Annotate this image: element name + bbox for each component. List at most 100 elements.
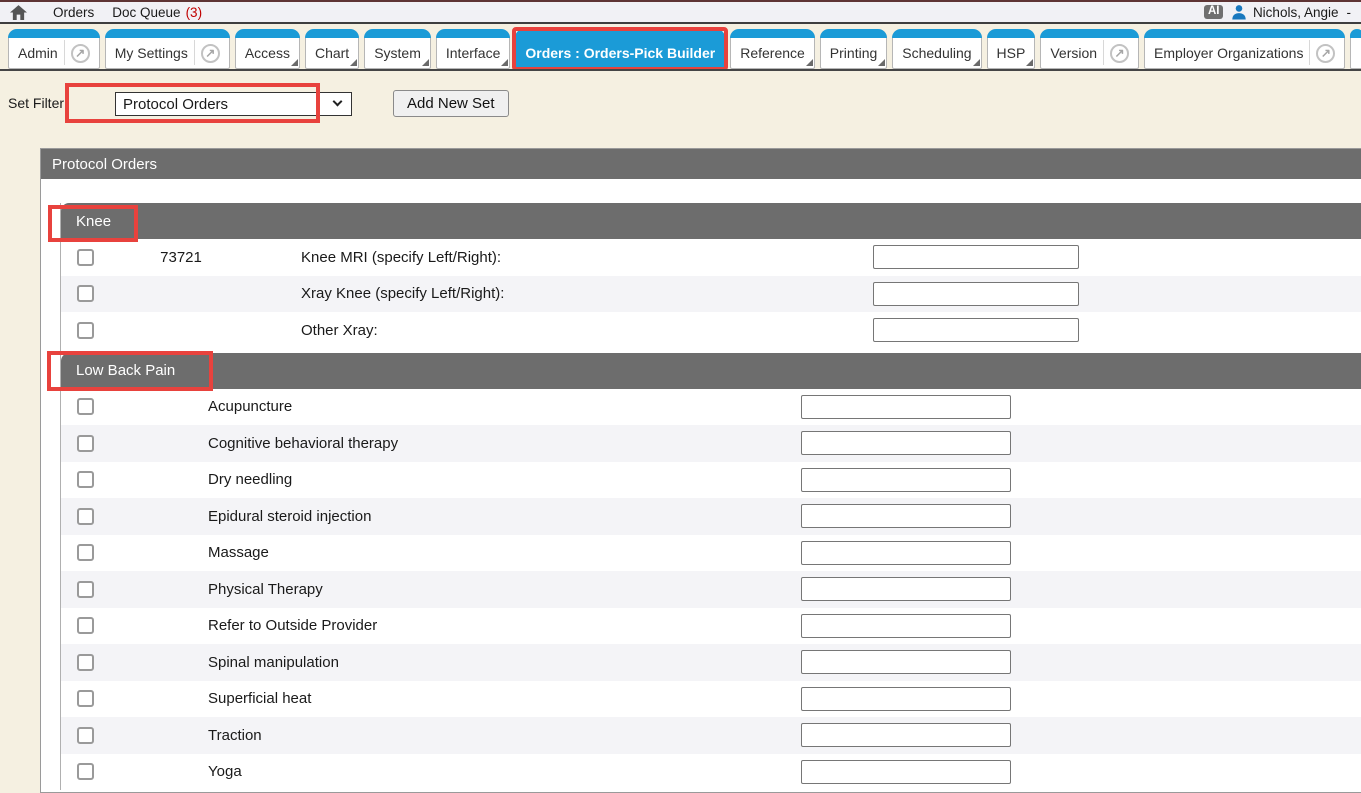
tab-version[interactable]: Version ↗ <box>1040 29 1139 69</box>
tab-label: Interface <box>446 45 500 61</box>
order-label: Traction <box>121 727 262 744</box>
tab-system[interactable]: System <box>364 29 431 69</box>
add-new-set-button[interactable]: Add New Set <box>393 90 509 117</box>
tab-label: Printing <box>830 45 877 61</box>
tab-label: Admin <box>18 45 58 61</box>
order-row: Traction <box>61 717 1361 754</box>
user-menu-dash: - <box>1347 5 1352 20</box>
set-filter-label: Set Filter: <box>8 95 68 111</box>
order-row: Xray Knee (specify Left/Right): <box>61 276 1361 313</box>
order-checkbox[interactable] <box>77 654 94 671</box>
order-checkbox[interactable] <box>77 322 94 339</box>
dropdown-caret-icon <box>973 59 980 66</box>
dropdown-caret-icon <box>806 59 813 66</box>
order-checkbox[interactable] <box>77 249 94 266</box>
checkbox-cell <box>61 581 121 598</box>
order-text-input[interactable] <box>801 687 1011 711</box>
tab-separator <box>194 40 195 65</box>
ai-badge: AI <box>1204 5 1223 20</box>
tab-label: Version <box>1050 45 1097 61</box>
order-text-input[interactable] <box>873 245 1079 269</box>
order-label: Superficial heat <box>121 690 311 707</box>
section-low-back-pain: Low Back PainAcupunctureCognitive behavi… <box>61 353 1361 791</box>
order-text-input[interactable] <box>801 431 1011 455</box>
open-external-icon[interactable]: ↗ <box>71 44 90 63</box>
dropdown-caret-icon <box>878 59 885 66</box>
order-checkbox[interactable] <box>77 727 94 744</box>
order-checkbox[interactable] <box>77 435 94 452</box>
order-label: Epidural steroid injection <box>121 508 371 525</box>
order-code: 73721 <box>121 249 241 266</box>
order-row: Physical Therapy <box>61 571 1361 608</box>
order-checkbox[interactable] <box>77 690 94 707</box>
tab-printing[interactable]: Printing <box>820 29 887 69</box>
sections: Knee73721Knee MRI (specify Left/Right):X… <box>60 203 1361 790</box>
protocol-orders-panel: Protocol Orders Knee73721Knee MRI (speci… <box>40 148 1361 793</box>
home-icon[interactable] <box>10 5 27 20</box>
order-label: Refer to Outside Provider <box>121 617 377 634</box>
tab-admin[interactable]: Admin ↗ <box>8 29 100 69</box>
order-text-input[interactable] <box>801 614 1011 638</box>
order-label: Massage <box>121 544 269 561</box>
order-label: Spinal manipulation <box>121 654 339 671</box>
tab-label: HSP <box>997 45 1026 61</box>
user-name[interactable]: Nichols, Angie <box>1253 5 1339 20</box>
tab-interface[interactable]: Interface <box>436 29 510 69</box>
order-text-input[interactable] <box>801 504 1011 528</box>
section-knee: Knee73721Knee MRI (specify Left/Right):X… <box>61 203 1361 349</box>
order-text-input[interactable] <box>801 723 1011 747</box>
open-external-icon[interactable]: ↗ <box>1316 44 1335 63</box>
order-checkbox[interactable] <box>77 398 94 415</box>
order-label: Dry needling <box>121 471 292 488</box>
topbar-link-orders[interactable]: Orders <box>53 5 94 20</box>
open-external-icon[interactable]: ↗ <box>1110 44 1129 63</box>
order-text-input[interactable] <box>873 282 1079 306</box>
tab-employer-organizations[interactable]: Employer Organizations ↗ <box>1144 29 1345 69</box>
order-checkbox[interactable] <box>77 508 94 525</box>
tab-label: Employer Organizations <box>1154 45 1303 61</box>
order-checkbox[interactable] <box>77 285 94 302</box>
tab-hsp[interactable]: HSP <box>987 29 1036 69</box>
order-checkbox[interactable] <box>77 763 94 780</box>
order-text-input[interactable] <box>801 650 1011 674</box>
set-filter-selected-value: Protocol Orders <box>123 96 228 113</box>
checkbox-cell <box>61 471 121 488</box>
dropdown-caret-icon <box>1026 59 1033 66</box>
order-text-input[interactable] <box>801 541 1011 565</box>
order-text-input[interactable] <box>801 468 1011 492</box>
order-row: Massage <box>61 535 1361 572</box>
top-bar: Orders Doc Queue (3) AI Nichols, Angie - <box>0 2 1361 24</box>
order-text-input[interactable] <box>801 760 1011 784</box>
checkbox-cell <box>61 398 121 415</box>
order-label: Yoga <box>121 763 242 780</box>
order-checkbox[interactable] <box>77 581 94 598</box>
order-row: 73721Knee MRI (specify Left/Right): <box>61 239 1361 276</box>
tab-reference[interactable]: Reference <box>730 29 815 69</box>
order-row: Refer to Outside Provider <box>61 608 1361 645</box>
tab-label: Chart <box>315 45 349 61</box>
order-row: Spinal manipulation <box>61 644 1361 681</box>
order-checkbox[interactable] <box>77 617 94 634</box>
topbar-link-doc-queue[interactable]: Doc Queue <box>112 5 180 20</box>
checkbox-cell <box>61 617 121 634</box>
open-external-icon[interactable]: ↗ <box>201 44 220 63</box>
dropdown-caret-icon <box>422 59 429 66</box>
order-label: Physical Therapy <box>121 581 323 598</box>
tab-orders-orders-pick-builder[interactable]: Orders : Orders-Pick Builder <box>515 29 725 69</box>
order-checkbox[interactable] <box>77 544 94 561</box>
tab-scheduling[interactable]: Scheduling <box>892 29 981 69</box>
order-checkbox[interactable] <box>77 471 94 488</box>
order-text-input[interactable] <box>801 395 1011 419</box>
checkbox-cell <box>61 690 121 707</box>
order-label: Acupuncture <box>121 398 292 415</box>
order-text-input[interactable] <box>801 577 1011 601</box>
tab-access[interactable]: Access <box>235 29 300 69</box>
set-filter-select[interactable]: Protocol Orders <box>115 92 352 116</box>
annotation-box-selected-tab <box>512 27 728 69</box>
tab-my-settings[interactable]: My Settings↗ <box>105 29 230 69</box>
order-text-input[interactable] <box>873 318 1079 342</box>
tab-partial[interactable] <box>1350 29 1361 69</box>
tab-chart[interactable]: Chart <box>305 29 359 69</box>
order-label: Other Xray: <box>241 322 378 339</box>
order-row: Superficial heat <box>61 681 1361 718</box>
